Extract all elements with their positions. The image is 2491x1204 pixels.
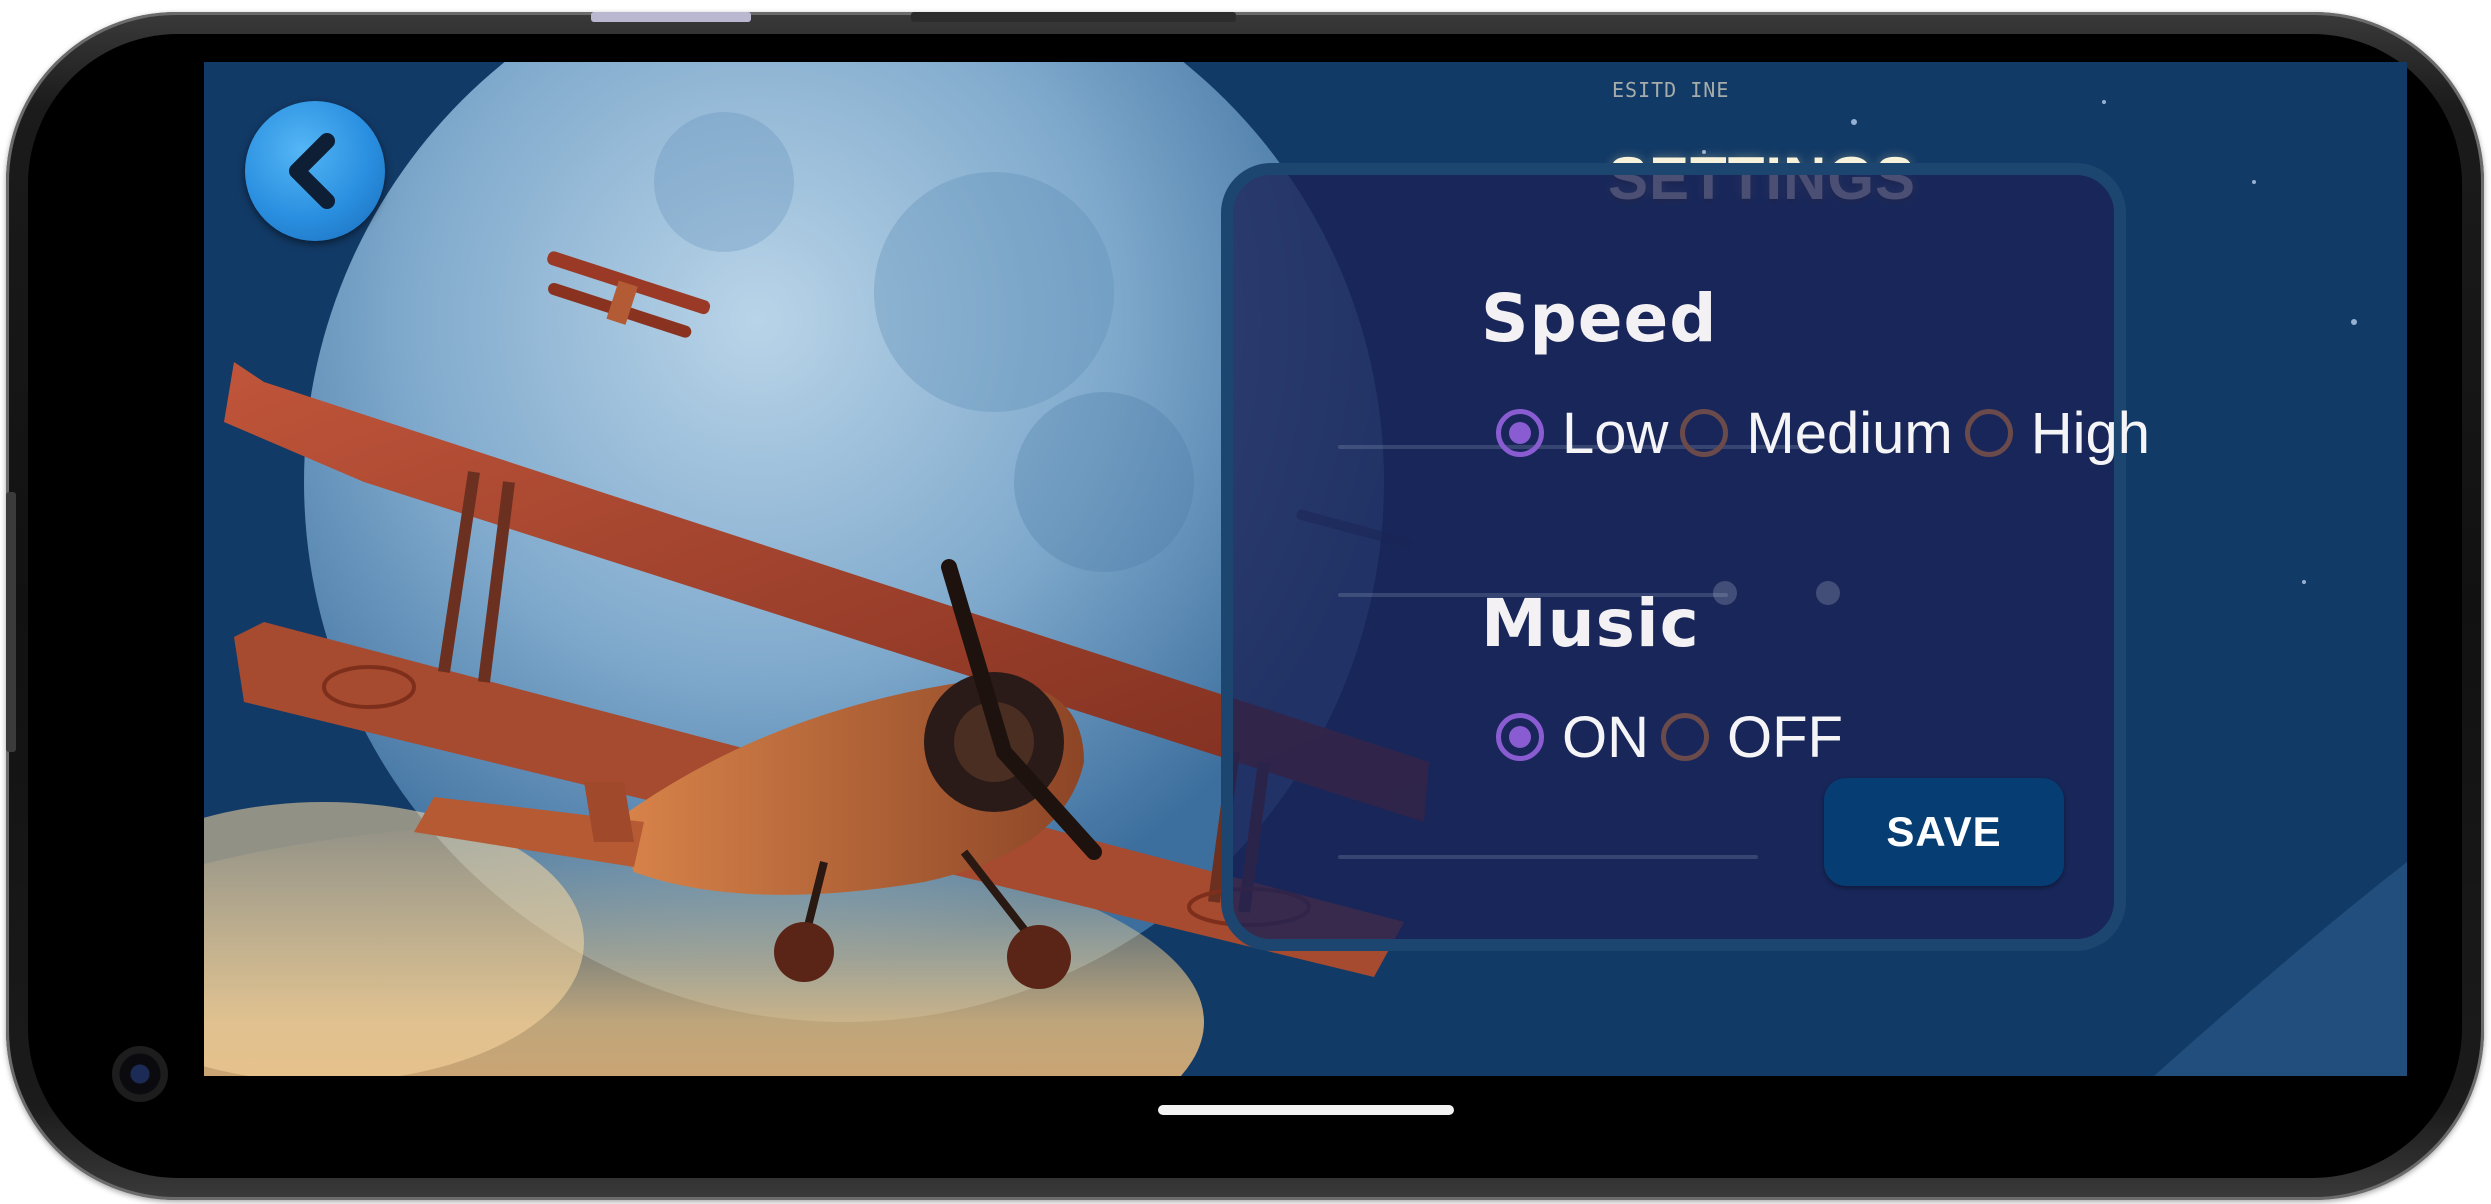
home-indicator-bar[interactable] [1158, 1105, 1454, 1115]
speed-label-high: High [2030, 400, 2150, 466]
speed-label-medium: Medium [1746, 400, 1953, 466]
front-camera-icon [112, 1046, 168, 1102]
chevron-left-icon [289, 133, 335, 209]
ghost-dot [1816, 581, 1840, 605]
music-section-title: Music [1481, 585, 1700, 662]
speed-label-low: Low [1562, 400, 1669, 466]
speed-radio-group: Low Medium High [1496, 398, 2162, 468]
music-label-on: ON [1562, 704, 1649, 770]
ghost-dot [1713, 581, 1737, 605]
speed-radio-low[interactable] [1496, 409, 1544, 457]
music-radio-off[interactable] [1661, 713, 1709, 761]
speed-radio-medium[interactable] [1680, 409, 1729, 457]
music-radio-on[interactable] [1496, 713, 1544, 761]
music-label-off: OFF [1727, 704, 1843, 770]
side-grip [6, 492, 16, 752]
volume-button [591, 12, 751, 22]
ghost-divider [1338, 855, 1758, 859]
faded-caption: ESITD INE [1612, 78, 1730, 102]
speed-radio-high[interactable] [1964, 409, 2013, 457]
power-button [911, 12, 1236, 22]
music-radio-group: ON OFF [1496, 702, 1855, 772]
speed-section-title: Speed [1481, 280, 1718, 357]
save-button[interactable]: SAVE [1824, 778, 2064, 886]
back-button[interactable] [245, 101, 385, 241]
